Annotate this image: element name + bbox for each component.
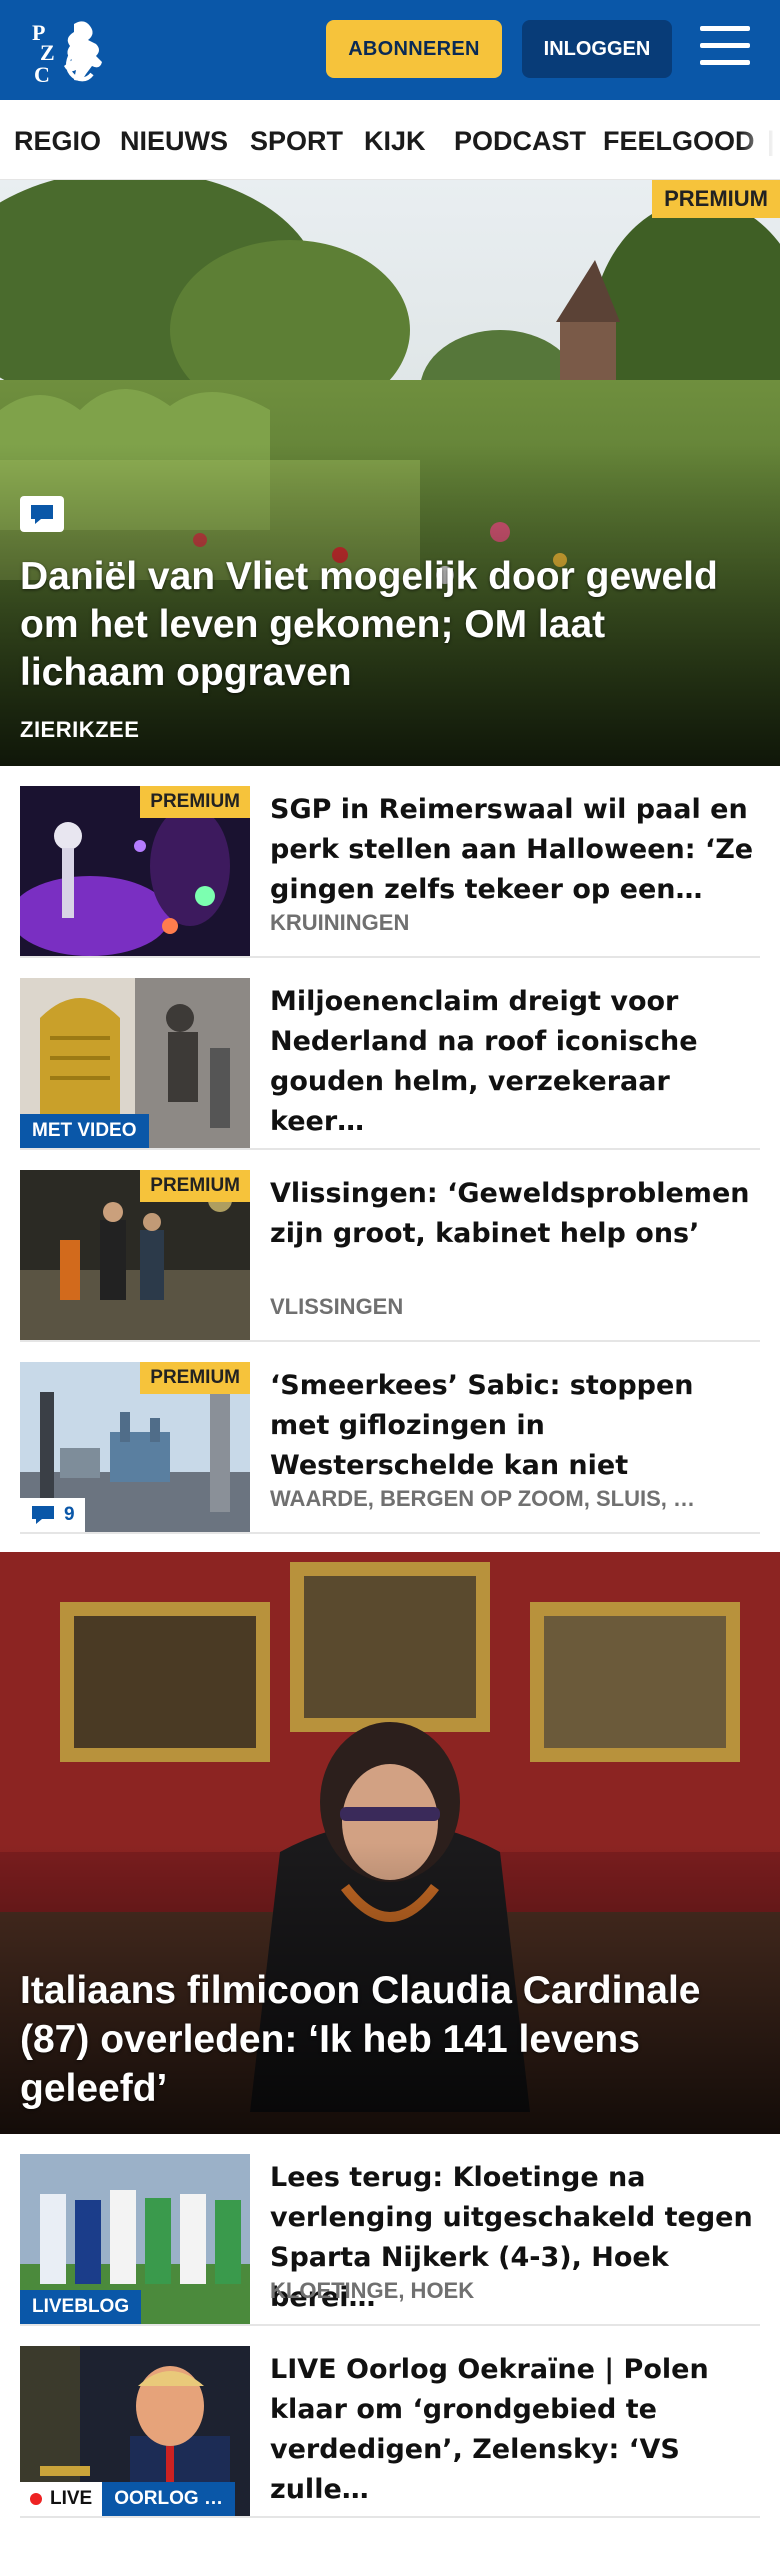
hero-location: ZIERIKZEE bbox=[20, 717, 140, 742]
nav-item-nieuws[interactable]: NIEUWS bbox=[120, 126, 228, 157]
article-thumbnail: PREMIUM bbox=[20, 786, 250, 956]
premium-badge: PREMIUM bbox=[140, 1362, 250, 1394]
article-title[interactable]: Vlissingen: ‘Geweldsproblemen zijn groot… bbox=[270, 1174, 760, 1254]
video-label: MET VIDEO bbox=[20, 1114, 149, 1148]
hero-title[interactable]: Italiaans filmicoon Claudia Cardinale (8… bbox=[20, 1966, 770, 2113]
article-thumbnail: PREMIUM bbox=[20, 1170, 250, 1340]
article-title[interactable]: ‘Smeerkees’ Sabic: stoppen met giflozing… bbox=[270, 1366, 760, 1486]
article-thumbnail: LIVE OORLOG … bbox=[20, 2346, 250, 2516]
nav-fade bbox=[740, 100, 780, 179]
topic-label: OORLOG … bbox=[102, 2482, 235, 2516]
live-text: LIVE bbox=[50, 2488, 93, 2509]
main-nav: REGIO NIEUWS SPORT KIJK PODCAST FEELGOOD… bbox=[0, 100, 780, 180]
nav-item-regio[interactable]: REGIO bbox=[14, 126, 101, 157]
article-title[interactable]: Miljoenenclaim dreigt voor Nederland na … bbox=[270, 982, 760, 1142]
list-item[interactable]: PREMIUM SGP in Reimerswaal wil paal en p… bbox=[20, 766, 760, 958]
svg-text:C: C bbox=[34, 62, 50, 86]
article-title[interactable]: LIVE Oorlog Oekraïne | Polen klaar om ‘g… bbox=[270, 2350, 760, 2510]
article-thumbnail: LIVEBLOG bbox=[20, 2154, 250, 2324]
comment-count: 9 bbox=[64, 1504, 75, 1525]
article-location: WAARDE, BERGEN OP ZOOM, SLUIS, … bbox=[270, 1486, 695, 1511]
comment-icon bbox=[32, 1506, 54, 1524]
menu-icon[interactable] bbox=[700, 26, 750, 70]
subscribe-button[interactable]: ABONNEREN bbox=[326, 20, 502, 78]
article-location: VLISSINGEN bbox=[270, 1294, 404, 1319]
hero-article[interactable]: Italiaans filmicoon Claudia Cardinale (8… bbox=[0, 1552, 780, 2134]
article-location: KRUININGEN bbox=[270, 910, 410, 935]
article-thumbnail: MET VIDEO bbox=[20, 978, 250, 1148]
login-button[interactable]: INLOGGEN bbox=[522, 20, 672, 78]
comment-icon bbox=[20, 496, 64, 532]
article-thumbnail: PREMIUM 9 bbox=[20, 1362, 250, 1532]
list-item[interactable]: PREMIUM 9 ‘Smeerkees’ Sabic: stoppen met… bbox=[20, 1342, 760, 1534]
list-item[interactable]: LIVE OORLOG … LIVE Oorlog Oekraïne | Pol… bbox=[20, 2326, 760, 2518]
premium-badge: PREMIUM bbox=[140, 1170, 250, 1202]
hero-title[interactable]: Daniël van Vliet mogelijk door geweld om… bbox=[20, 553, 760, 697]
site-header: P Z C ABONNEREN INLOGGEN bbox=[0, 0, 780, 100]
nav-item-kijk[interactable]: KIJK bbox=[364, 126, 426, 157]
premium-badge: PREMIUM bbox=[140, 786, 250, 818]
live-labels: LIVE OORLOG … bbox=[20, 2482, 235, 2516]
premium-badge: PREMIUM bbox=[652, 180, 780, 218]
live-badge: LIVE bbox=[20, 2482, 103, 2516]
article-location: KLOETINGE, HOEK bbox=[270, 2278, 475, 2303]
liveblog-label: LIVEBLOG bbox=[20, 2290, 142, 2324]
comment-count-badge: 9 bbox=[20, 1498, 85, 1532]
nav-item-podcast[interactable]: PODCAST bbox=[454, 126, 586, 157]
list-item[interactable]: MET VIDEO Miljoenenclaim dreigt voor Ned… bbox=[20, 958, 760, 1150]
nav-item-sport[interactable]: SPORT bbox=[250, 126, 343, 157]
nav-item-feelgood[interactable]: FEELGOOD bbox=[603, 126, 755, 157]
live-dot-icon bbox=[30, 2493, 42, 2505]
list-item[interactable]: LIVEBLOG Lees terug: Kloetinge na verlen… bbox=[20, 2134, 760, 2326]
article-title[interactable]: SGP in Reimerswaal wil paal en perk stel… bbox=[270, 790, 760, 910]
hero-article[interactable]: PREMIUM Daniël van Vliet mogelijk door g… bbox=[0, 180, 780, 766]
list-item[interactable]: PREMIUM Vlissingen: ‘Geweldsproblemen zi… bbox=[20, 1150, 760, 1342]
pzc-logo[interactable]: P Z C bbox=[30, 16, 110, 87]
